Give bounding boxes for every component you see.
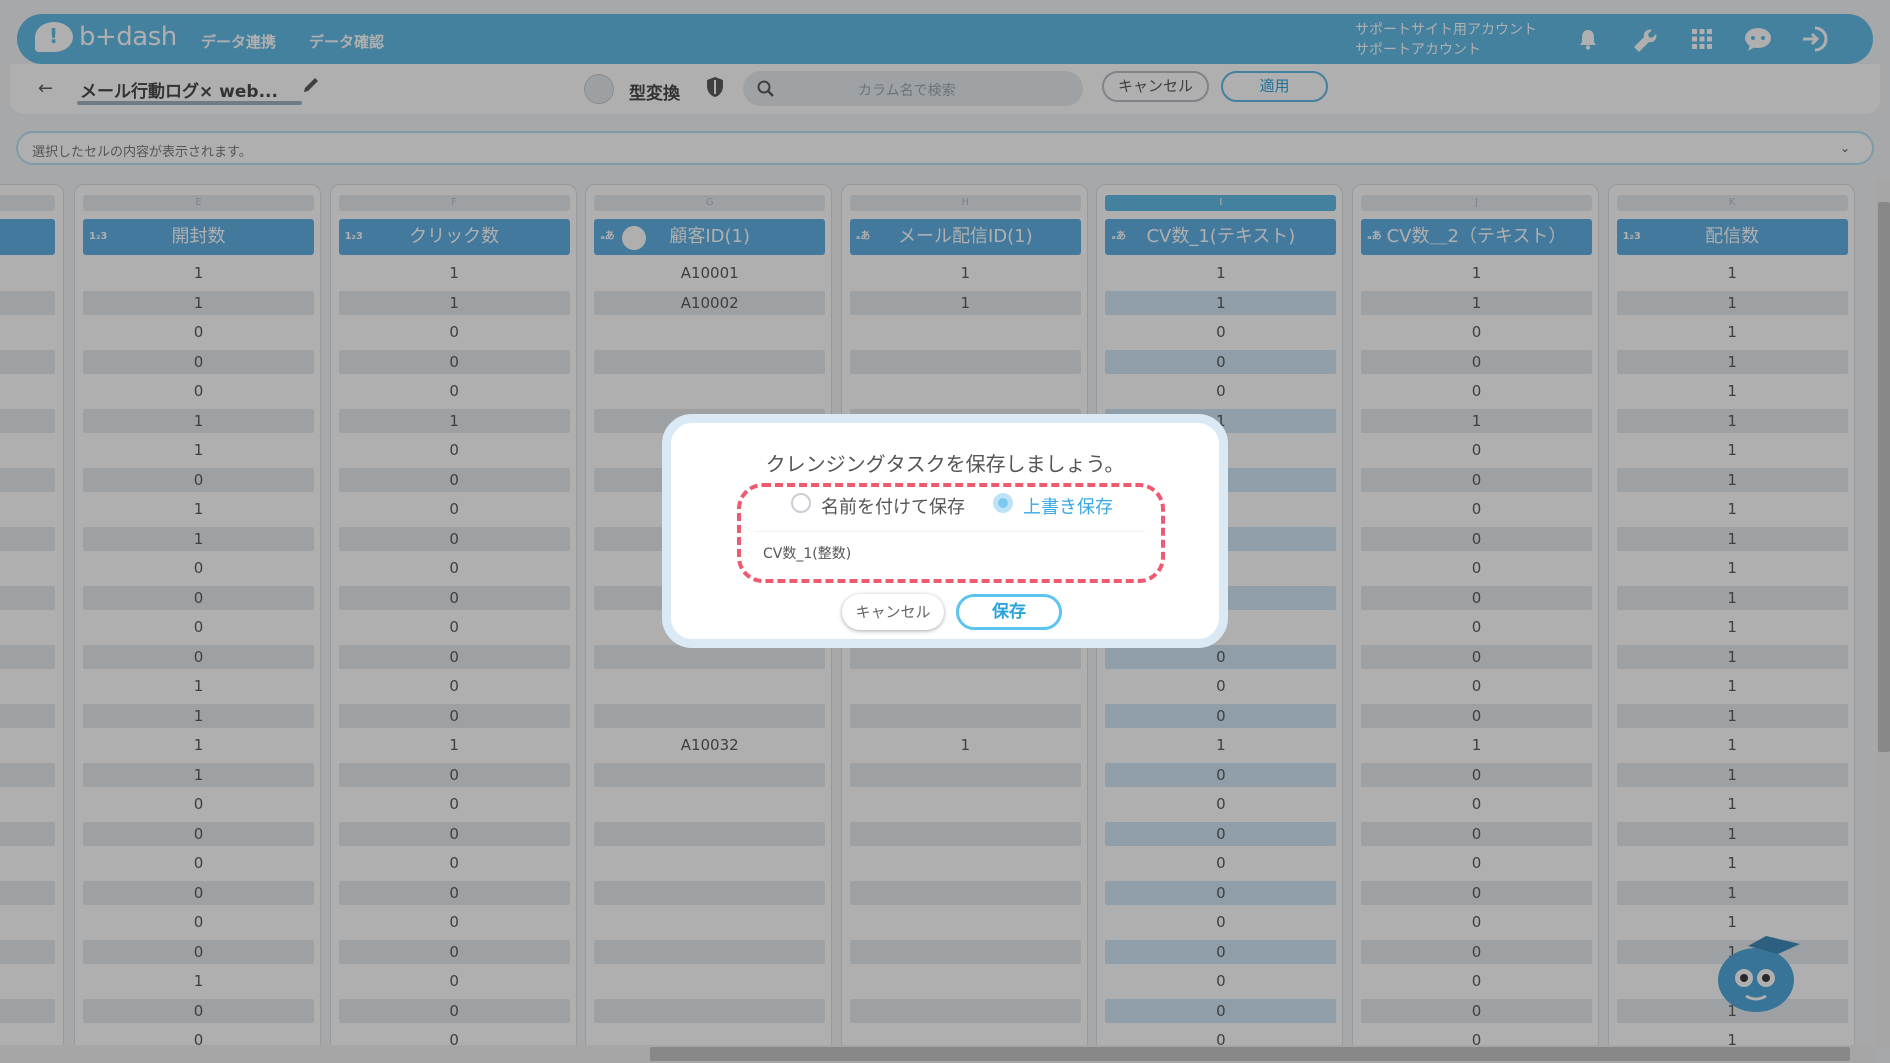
radio-overwrite[interactable] [993, 493, 1013, 513]
radio-save-as-label[interactable]: 名前を付けて保存 [821, 493, 965, 519]
radio-overwrite-label[interactable]: 上書き保存 [1023, 493, 1113, 519]
task-name-field[interactable]: CV数_1(整数) [755, 531, 1145, 571]
dialog-save-button[interactable]: 保存 [956, 594, 1062, 630]
radio-save-as[interactable] [791, 493, 811, 513]
dialog-title: クレンジングタスクを保存しましょう。 [765, 452, 1125, 476]
save-task-dialog: クレンジングタスクを保存しましょう。 名前を付けて保存 上書き保存 CV数_1(… [662, 414, 1228, 648]
dialog-cancel-button[interactable]: キャンセル [842, 594, 944, 630]
